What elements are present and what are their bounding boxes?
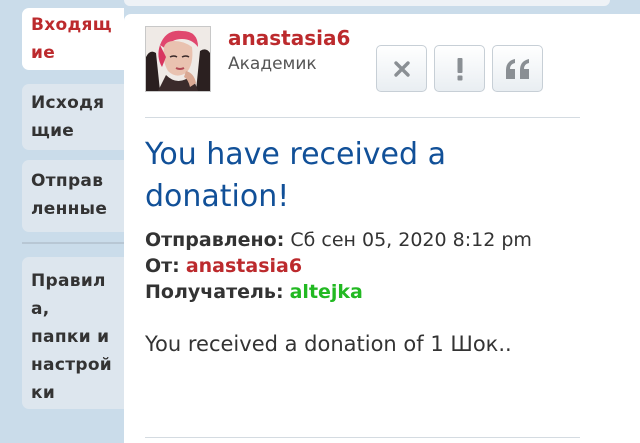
delete-button[interactable] bbox=[376, 45, 427, 92]
tab-inbox[interactable]: Входящ ие bbox=[22, 8, 124, 70]
footer-divider bbox=[145, 437, 580, 438]
header-divider bbox=[145, 117, 580, 118]
message-panel: anastasia6 Академик You have received a … bbox=[124, 14, 640, 443]
user-avatar-photo[interactable] bbox=[145, 26, 211, 92]
tab-inbox-line-1: Входящ bbox=[31, 15, 112, 35]
tab-outbox-line-2: щие bbox=[31, 121, 75, 141]
tab-outbox[interactable]: Исходя щие bbox=[22, 84, 124, 150]
close-icon bbox=[393, 60, 410, 77]
tab-rules-line-4: настрой bbox=[31, 355, 113, 375]
quote-button[interactable] bbox=[492, 45, 543, 92]
tab-inbox-line-2: ие bbox=[31, 43, 56, 63]
tabs-divider bbox=[22, 242, 124, 244]
pm-folder-tabs: Входящ ие Исходя щие Отправ ленные Прави… bbox=[0, 0, 124, 443]
tab-outbox-line-1: Исходя bbox=[31, 93, 105, 113]
message-body: You received a donation of 1 Шок.. bbox=[145, 332, 512, 356]
tab-rules-line-3: папки и bbox=[31, 327, 110, 347]
sent-label: Отправлено: bbox=[145, 229, 285, 251]
tab-sentbox-line-1: Отправ bbox=[31, 171, 104, 191]
sent-date: Сб сен 05, 2020 8:12 pm bbox=[290, 229, 532, 251]
exclamation-icon bbox=[457, 57, 462, 80]
tab-sentbox[interactable]: Отправ ленные bbox=[22, 160, 124, 232]
sent-row: Отправлено: Сб сен 05, 2020 8:12 pm bbox=[145, 228, 532, 252]
from-username-link[interactable]: anastasia6 bbox=[186, 255, 302, 277]
report-button[interactable] bbox=[434, 45, 485, 92]
message-subject: You have received a donation! bbox=[145, 137, 446, 214]
recipient-row: Получатель: altejka bbox=[145, 280, 363, 304]
recipient-label: Получатель: bbox=[145, 281, 284, 303]
recipient-username-link[interactable]: altejka bbox=[290, 281, 363, 303]
tab-rules-line-2: а, bbox=[31, 299, 50, 319]
from-row: От: anastasia6 bbox=[145, 254, 302, 278]
quote-icon bbox=[505, 58, 529, 79]
author-username[interactable]: anastasia6 bbox=[228, 26, 350, 50]
from-label: От: bbox=[145, 255, 180, 277]
tab-rules-line-1: Правил bbox=[31, 271, 106, 291]
tab-sentbox-line-2: ленные bbox=[31, 199, 108, 219]
previous-panel-edge bbox=[124, 0, 610, 6]
tab-rules-folders-settings[interactable]: Правил а, папки и настрой ки bbox=[22, 257, 124, 409]
author-rank: Академик bbox=[228, 54, 317, 74]
tab-rules-line-5: ки bbox=[31, 383, 56, 403]
